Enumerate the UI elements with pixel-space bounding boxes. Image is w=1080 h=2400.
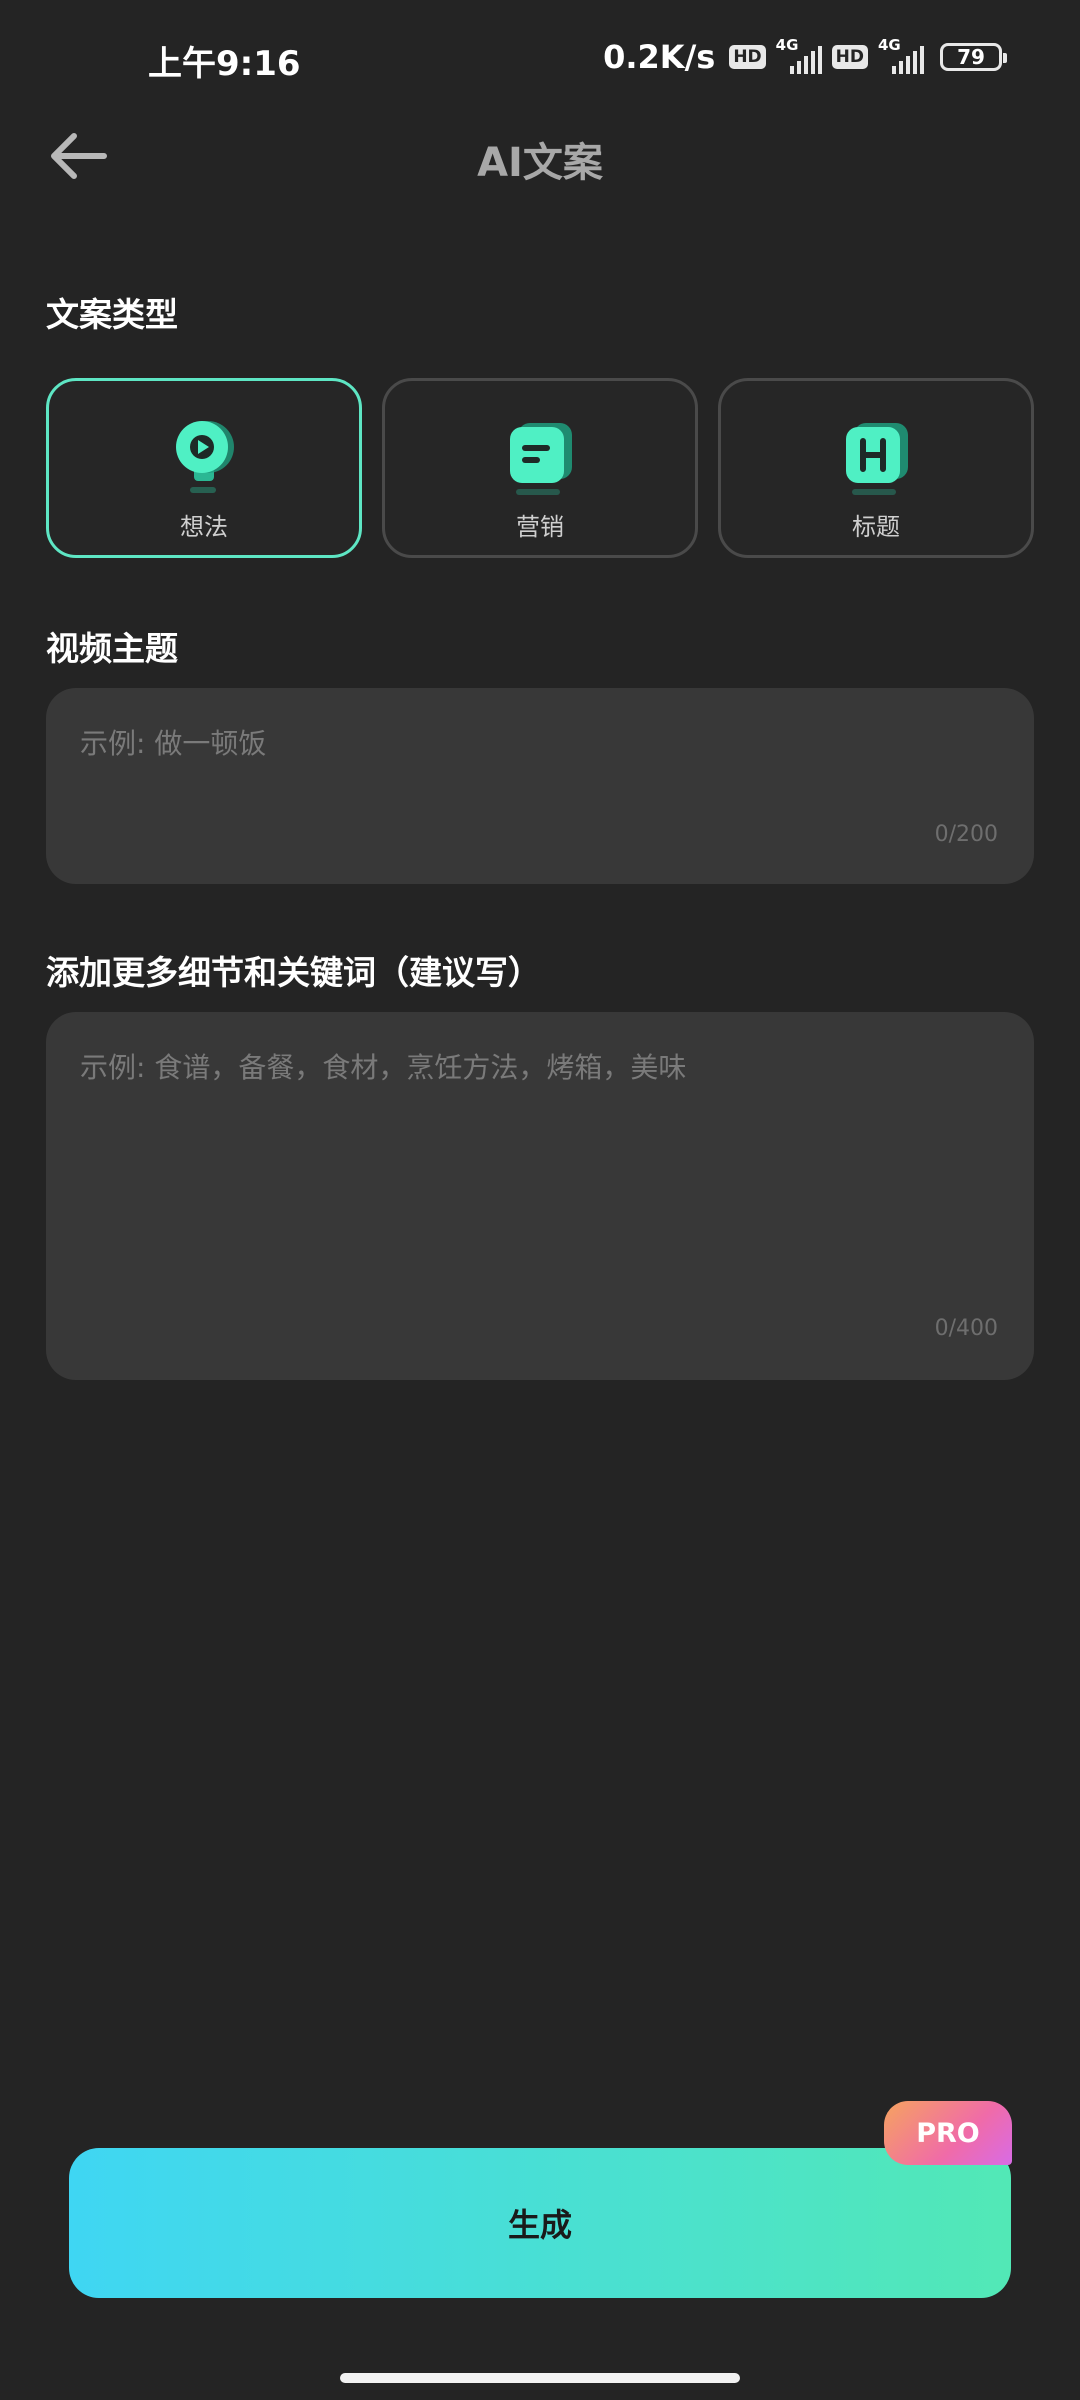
heading-h-icon	[840, 417, 912, 497]
type-option-label: 营销	[516, 513, 564, 541]
video-topic-box: 0/200	[46, 688, 1034, 884]
details-char-counter: 0/400	[934, 1316, 998, 1341]
page-title: AI文案	[477, 140, 603, 186]
details-keywords-label: 添加更多细节和关键词（建议写）	[46, 953, 541, 992]
type-option-label: 想法	[180, 513, 228, 541]
pro-badge-label: PRO	[916, 2117, 980, 2149]
battery-icon: 79	[940, 43, 1007, 71]
hd-icon: HD	[831, 45, 868, 69]
status-bar: 上午9:16 0.2K/s HD 4G HD 4G 79	[0, 0, 1080, 120]
details-keywords-box: 0/400	[46, 1012, 1034, 1380]
video-topic-input[interactable]	[80, 722, 980, 832]
details-keywords-input[interactable]	[80, 1046, 980, 1316]
generate-button[interactable]: 生成	[69, 2148, 1011, 2298]
signal-icon: 4G	[776, 36, 822, 74]
hd-icon: HD	[729, 45, 766, 69]
home-indicator[interactable]	[340, 2373, 740, 2383]
type-option-marketing[interactable]: 营销	[382, 378, 698, 558]
copy-type-label: 文案类型	[46, 295, 178, 334]
status-time: 上午9:16	[148, 44, 301, 84]
battery-level: 79	[957, 45, 985, 69]
type-option-idea[interactable]: 想法	[46, 378, 362, 558]
topic-char-counter: 0/200	[934, 822, 998, 847]
ai-copywriting-screen: 上午9:16 0.2K/s HD 4G HD 4G 79 AI文案 文案类型 想…	[0, 0, 1080, 2400]
pro-badge: PRO	[884, 2101, 1012, 2165]
status-indicators: 0.2K/s HD 4G HD 4G 79	[603, 36, 1007, 76]
type-option-title[interactable]: 标题	[718, 378, 1034, 558]
signal-icon: 4G	[878, 36, 924, 74]
video-topic-label: 视频主题	[46, 629, 178, 668]
generate-label: 生成	[507, 2206, 572, 2244]
type-option-label: 标题	[852, 513, 900, 541]
idea-play-icon	[168, 417, 240, 497]
marketing-note-icon	[504, 417, 576, 497]
network-speed: 0.2K/s	[603, 38, 716, 76]
